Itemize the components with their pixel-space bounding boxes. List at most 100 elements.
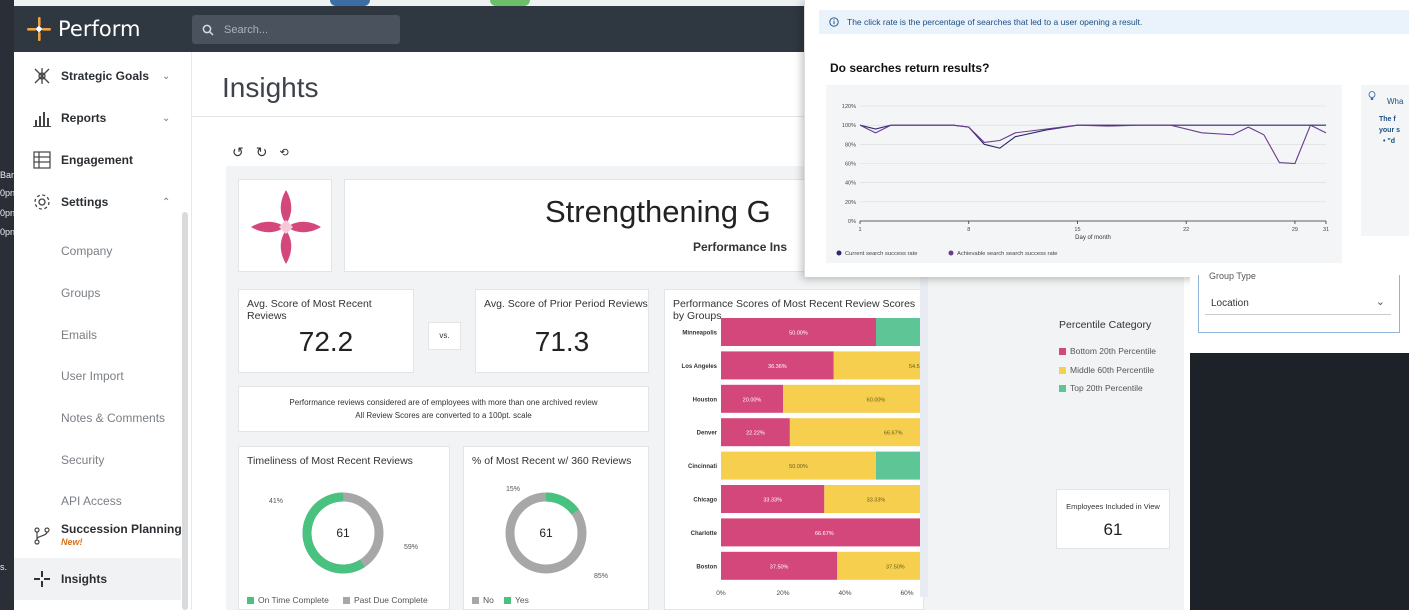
new-badge: New!: [61, 537, 83, 547]
lightbulb-icon: [1368, 91, 1376, 100]
kpi-value: 72.2: [298, 326, 354, 357]
background-window-strip: Bar 0pn 0pn 0pn s.: [0, 0, 16, 610]
search-input[interactable]: Search...: [224, 24, 268, 36]
sidebar-subitem-notes-comments[interactable]: Notes & Comments: [61, 411, 165, 425]
sidebar-item-label: Engagement: [61, 153, 134, 167]
bar-segment[interactable]: [876, 451, 924, 480]
info-banner: The click rate is the percentage of sear…: [819, 10, 1409, 34]
x-axis-label: Day of month: [1075, 235, 1111, 241]
x-tick-label: 40%: [838, 590, 851, 597]
group-type-select[interactable]: Location ⌄: [1205, 293, 1391, 315]
card-title: Timeliness of Most Recent Reviews: [247, 455, 413, 467]
kpi-value: 71.3: [534, 326, 590, 357]
sidebar-subitem-security[interactable]: Security: [61, 453, 104, 467]
app-logo[interactable]: Perform: [26, 14, 140, 44]
note-line: All Review Scores are converted to a 100…: [355, 411, 532, 420]
dashboard-title: Strengthening G: [545, 194, 771, 229]
x-tick-label: 29: [1292, 227, 1298, 233]
group-type-label: Group Type: [1209, 271, 1256, 281]
line-chart-panel: 0% 20% 40% 60% 80% 100% 120% 1 8 15 22 29 31 Day of m…: [826, 85, 1342, 263]
donut-label: 85%: [594, 573, 608, 580]
category-label: Chicago: [693, 498, 717, 504]
reset-icon[interactable]: ⟲: [279, 144, 288, 161]
bar-value-label: 37.50%: [770, 564, 789, 570]
tip-text: • "d: [1383, 138, 1395, 145]
bar-segment[interactable]: [837, 551, 924, 580]
kpi-card-recent: Avg. Score of Most Recent Reviews 72.2: [238, 289, 414, 373]
bar-value-label: 60.00%: [867, 397, 886, 403]
y-tick-label: 100%: [842, 123, 856, 129]
gear-icon: [34, 194, 50, 210]
sidebar-subitem-api-access[interactable]: API Access: [61, 494, 122, 508]
bar-segment[interactable]: [789, 418, 924, 447]
sidebar-item-engagement[interactable]: Engagement: [14, 140, 182, 180]
employees-value: 61: [1103, 520, 1123, 539]
bg-fragment: 0pn: [0, 188, 16, 198]
sidebar-item-succession-planning[interactable]: Succession Planning New!: [14, 514, 182, 558]
redo-icon[interactable]: ↻: [256, 144, 268, 161]
bar-value-label: 22.22%: [746, 431, 765, 437]
kpi-card-prior: Avg. Score of Prior Period Reviews 71.3: [475, 289, 649, 373]
sidebar-item-insights[interactable]: Insights: [14, 558, 182, 600]
donut-label: 59%: [404, 544, 418, 551]
series-line: [859, 124, 1326, 149]
sidebar-item-strategic-goals[interactable]: Strategic Goals ⌄: [14, 56, 182, 96]
category-label: Los Angeles: [682, 364, 718, 370]
bar-segment[interactable]: [876, 318, 924, 346]
tip-text: The f: [1379, 116, 1396, 123]
vs-label: vs.: [439, 331, 450, 340]
group-type-value: Location: [1211, 298, 1249, 309]
sidebar-subitem-user-import[interactable]: User Import: [61, 369, 124, 383]
page-title: Insights: [222, 72, 319, 103]
app-name: Perform: [58, 17, 141, 41]
search-success-line-chart: 0% 20% 40% 60% 80% 100% 120% 1 8 15 22 29 31 Day of m…: [836, 104, 1329, 257]
x-tick-label: 60%: [900, 590, 913, 597]
legend-marker: [948, 250, 954, 256]
tip-title: Wha: [1387, 97, 1404, 106]
chart-scrollbar[interactable]: [920, 277, 928, 597]
sidebar-subitem-groups[interactable]: Groups: [61, 286, 100, 300]
bar-chart-icon: [33, 112, 51, 127]
bar-segment[interactable]: [783, 384, 924, 413]
chevron-down-icon: ⌄: [162, 70, 171, 82]
sidebar-subitem-emails[interactable]: Emails: [61, 328, 97, 342]
y-tick-label: 20%: [845, 200, 856, 206]
sidebar-subitem-company[interactable]: Company: [61, 244, 112, 258]
filter-panel: Group Type Location ⌄: [1190, 271, 1409, 353]
x-tick-label: 22: [1183, 227, 1189, 233]
legend-item-middle: Middle 60th Percentile: [1059, 365, 1154, 375]
grid-icon: [33, 151, 51, 169]
search-box[interactable]: Search...: [192, 15, 400, 44]
category-label: Charlotte: [691, 531, 718, 537]
perform-app-window: Perform Search... Strategic Goals ⌄ Repo…: [14, 6, 924, 610]
y-tick-label: 80%: [845, 142, 856, 148]
bg-fragment: Bar: [0, 170, 15, 180]
sidebar-item-settings[interactable]: Settings ⌃: [14, 182, 182, 222]
legend-item-past-due: Past Due Complete: [343, 595, 428, 605]
legend-item-yes: Yes: [504, 595, 529, 605]
legend-label: No: [483, 595, 494, 605]
bg-fragment: s.: [0, 562, 8, 572]
note-line: Performance reviews considered are of em…: [289, 398, 598, 407]
sidebar-item-label: Strategic Goals: [61, 69, 150, 83]
sidebar-scrollbar[interactable]: [182, 212, 188, 610]
legend-swatch: [1059, 384, 1066, 392]
sidebar-item-reports[interactable]: Reports ⌄: [14, 98, 182, 138]
employees-card: Employees Included in View 61: [1056, 489, 1170, 549]
employees-label: Employees Included in View: [1066, 502, 1160, 511]
legend-item-no: No: [472, 595, 494, 605]
pct360-donut-chart: 61 15% 85%: [505, 486, 608, 580]
legend-label: On Time Complete: [258, 595, 329, 605]
y-tick-label: 40%: [845, 181, 856, 187]
category-label: Minneapolis: [682, 331, 717, 337]
chevron-up-icon: ⌃: [162, 196, 171, 208]
bar-value-label: 33.33%: [763, 498, 782, 504]
legend-label: Middle 60th Percentile: [1070, 365, 1155, 375]
x-tick-label: 20%: [776, 590, 789, 597]
kpi-title: Avg. Score of Most Recent Reviews: [247, 298, 372, 322]
top-navigation-bar: Perform Search...: [14, 6, 924, 52]
branch-icon: [34, 527, 50, 545]
bar-value-label: 20.00%: [743, 397, 762, 403]
tip-text: your s: [1379, 127, 1401, 134]
undo-icon[interactable]: ↺: [232, 144, 244, 161]
